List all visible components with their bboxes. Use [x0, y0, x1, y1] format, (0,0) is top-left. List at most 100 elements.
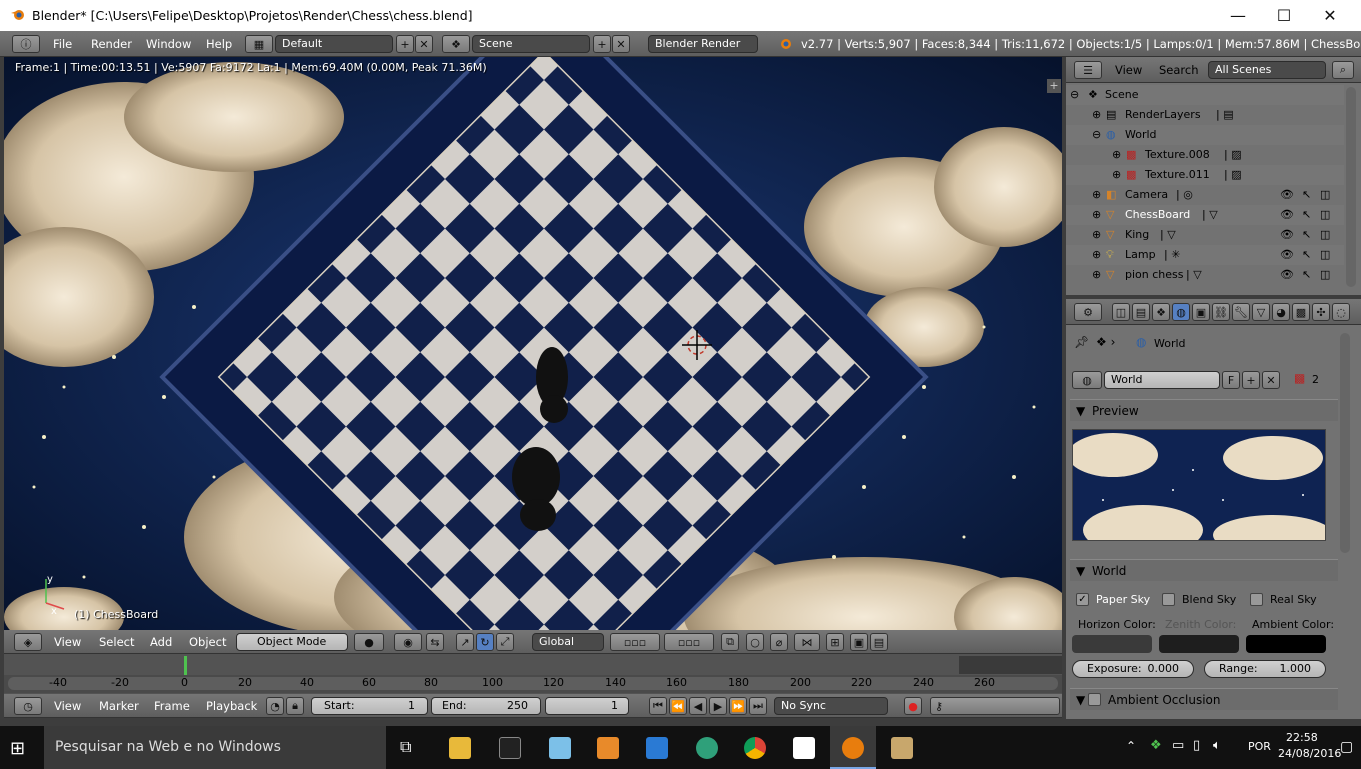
3d-viewport[interactable]: Frame:1 | Time:00:13.51 | Ve:5907 Fa:917… — [4, 57, 1062, 630]
outliner-row-pion-chess[interactable]: ⊕ ▽ pion chess | ▽ 👁︎ ↖ ◫ — [1066, 265, 1344, 285]
file-explorer-icon[interactable] — [449, 737, 471, 759]
renderable-camera-icon[interactable]: ◫ — [1320, 265, 1330, 285]
world-name-field[interactable]: World — [1104, 371, 1220, 389]
ambient-occlusion-panel-header[interactable]: ▼ Ambient Occlusion — [1070, 688, 1338, 710]
jump-keyframe-back-icon[interactable]: ⏪ — [669, 697, 687, 715]
jump-end-icon[interactable]: ⏭ — [749, 697, 767, 715]
outliner-search-icon[interactable]: ⌕ — [1332, 61, 1354, 79]
render-engine-select[interactable]: Blender Render — [648, 35, 758, 53]
real-sky-checkbox[interactable] — [1250, 593, 1263, 606]
timeline-menu-view[interactable]: View — [54, 699, 81, 713]
blend-sky-checkbox[interactable] — [1162, 593, 1175, 606]
zenith-color-swatch[interactable] — [1159, 635, 1239, 653]
timeline-menu-frame[interactable]: Frame — [154, 699, 190, 713]
volume-icon[interactable]: 🔈︎ — [1213, 738, 1221, 753]
selectable-cursor-icon[interactable]: ↖ — [1302, 245, 1311, 265]
maximize-button[interactable]: ☐ — [1261, 0, 1307, 31]
transform-orientation-select[interactable]: Global — [532, 633, 604, 651]
outliner-menu-view[interactable]: View — [1115, 63, 1142, 77]
clock-time[interactable]: 22:58 — [1286, 731, 1318, 744]
object-tab-icon[interactable]: ▣ — [1192, 303, 1210, 321]
world-browse-icon[interactable]: ◍ — [1072, 371, 1102, 389]
unlink-world-icon[interactable]: ✕ — [1262, 371, 1280, 389]
record-keyframe-icon[interactable]: ● — [904, 697, 922, 715]
menu-render[interactable]: Render — [91, 37, 132, 51]
manipulator-toggle-icon[interactable]: ⇆ — [426, 633, 444, 651]
keying-set-icon[interactable]: ⚷ — [930, 697, 1060, 715]
remove-layout-icon[interactable]: ✕ — [415, 35, 433, 53]
view3d-menu-view[interactable]: View — [54, 635, 81, 649]
menu-window[interactable]: Window — [146, 37, 191, 51]
language-indicator[interactable]: POR — [1248, 740, 1271, 753]
constraints-tab-icon[interactable]: ⛓ — [1212, 303, 1230, 321]
minimize-button[interactable]: — — [1215, 0, 1261, 31]
outliner-row-texture-011[interactable]: ⊕ ▩ Texture.011 | ▨ — [1066, 165, 1344, 185]
paint-icon[interactable] — [891, 737, 913, 759]
view3d-menu-select[interactable]: Select — [99, 635, 134, 649]
dropbox-tray-icon[interactable]: ❖ — [1150, 738, 1162, 753]
render-tab-icon[interactable]: ◫ — [1112, 303, 1130, 321]
pin-icon[interactable]: 📌︎ — [1074, 335, 1089, 349]
scale-manipulator-icon[interactable]: ⤢ — [496, 633, 514, 651]
blender-taskbar-icon[interactable] — [842, 737, 864, 759]
snap-target-icon[interactable]: ⊞ — [826, 633, 844, 651]
timeline-scrollbar[interactable] — [8, 677, 1058, 690]
horizon-color-swatch[interactable] — [1072, 635, 1152, 653]
scene-field[interactable]: Scene — [472, 35, 590, 53]
renderable-camera-icon[interactable]: ◫ — [1320, 245, 1330, 265]
command-prompt-icon[interactable] — [499, 737, 521, 759]
exposure-field[interactable]: Exposure: 0.000 — [1072, 660, 1194, 678]
add-layout-icon[interactable]: + — [396, 35, 414, 53]
preview-panel-header[interactable]: ▼ Preview — [1070, 399, 1338, 421]
outliner-row-texture-008[interactable]: ⊕ ▩ Texture.008 | ▨ — [1066, 145, 1344, 165]
outliner-row-lamp[interactable]: ⊕ 💡︎ Lamp | ✳ 👁︎ ↖ ◫ — [1066, 245, 1344, 265]
close-button[interactable]: ✕ — [1307, 0, 1353, 31]
clock-date[interactable]: 24/08/2016 — [1278, 747, 1341, 760]
renderable-camera-icon[interactable]: ◫ — [1320, 205, 1330, 225]
renderable-camera-icon[interactable]: ◫ — [1320, 225, 1330, 245]
outliner-display-mode-select[interactable]: All Scenes — [1208, 61, 1326, 79]
outliner-row-king[interactable]: ⊕ ▽ King | ▽ 👁︎ ↖ ◫ — [1066, 225, 1344, 245]
outliner-scrollbar[interactable] — [1346, 87, 1356, 287]
paper-sky-checkbox[interactable]: ✓ — [1076, 593, 1089, 606]
play-reverse-icon[interactable]: ◀ — [689, 697, 707, 715]
visual-studio-icon[interactable] — [646, 737, 668, 759]
data-tab-icon[interactable]: ▽ — [1252, 303, 1270, 321]
interaction-mode-select[interactable]: Object Mode — [236, 633, 348, 651]
outliner-row-chessboard[interactable]: ⊕ ▽ ChessBoard | ▽ 👁︎ ↖ ◫ — [1066, 205, 1344, 225]
screen-layout-icon[interactable]: ▦ — [245, 35, 273, 53]
layer-buttons-1-icon[interactable]: ▫▫▫ — [610, 633, 660, 651]
proportional-edit-icon[interactable]: ○ — [746, 633, 764, 651]
visibility-eye-icon[interactable]: 👁︎ — [1280, 185, 1294, 205]
lock-range-icon[interactable]: 🔒︎ — [286, 697, 304, 715]
outliner-row-scene[interactable]: ⊖ ❖ Scene — [1066, 85, 1344, 105]
rotate-manipulator-icon[interactable]: ↻ — [476, 633, 494, 651]
chrome-icon[interactable] — [744, 737, 766, 759]
render-animation-icon[interactable]: ▤ — [870, 633, 888, 651]
outliner-tree[interactable]: ⊖ ❖ Scene ⊕ ▤ RenderLayers | ▤ ⊖ ◍ World ⊕ ▩… — [1066, 83, 1361, 295]
selectable-cursor-icon[interactable]: ↖ — [1302, 265, 1311, 285]
add-world-icon[interactable]: + — [1242, 371, 1260, 389]
network-icon[interactable]: ▭ — [1172, 738, 1184, 753]
world-panel-header[interactable]: ▼ World — [1070, 559, 1338, 581]
snap-element-icon[interactable]: ⋈ — [794, 633, 820, 651]
screen-layout-field[interactable]: Default — [275, 35, 393, 53]
outliner-row-camera[interactable]: ⊕ ◧ Camera | ◎ 👁︎ ↖ ◫ — [1066, 185, 1344, 205]
menu-help[interactable]: Help — [206, 37, 232, 51]
visibility-eye-icon[interactable]: 👁︎ — [1280, 225, 1294, 245]
notepad-icon[interactable] — [549, 737, 571, 759]
selectable-cursor-icon[interactable]: ↖ — [1302, 185, 1311, 205]
timeline-ruler[interactable]: -40 -20 0 20 40 60 80 100 120 140 160 18… — [4, 675, 1062, 693]
render-still-icon[interactable]: ▣ — [850, 633, 868, 651]
layer-buttons-2-icon[interactable]: ▫▫▫ — [664, 633, 714, 651]
range-field[interactable]: Range: 1.000 — [1204, 660, 1326, 678]
texture-tab-icon[interactable]: ▩ — [1292, 303, 1310, 321]
current-frame-marker[interactable] — [184, 656, 187, 675]
fake-user-button[interactable]: F — [1222, 371, 1240, 389]
outliner-row-world[interactable]: ⊖ ◍ World — [1066, 125, 1344, 145]
editor-type-outliner-icon[interactable]: ☰ — [1074, 61, 1102, 79]
remove-scene-icon[interactable]: ✕ — [612, 35, 630, 53]
jump-keyframe-forward-icon[interactable]: ⏩ — [729, 697, 747, 715]
view3d-menu-add[interactable]: Add — [150, 635, 172, 649]
notifications-icon[interactable]: ▢ — [1340, 739, 1353, 755]
